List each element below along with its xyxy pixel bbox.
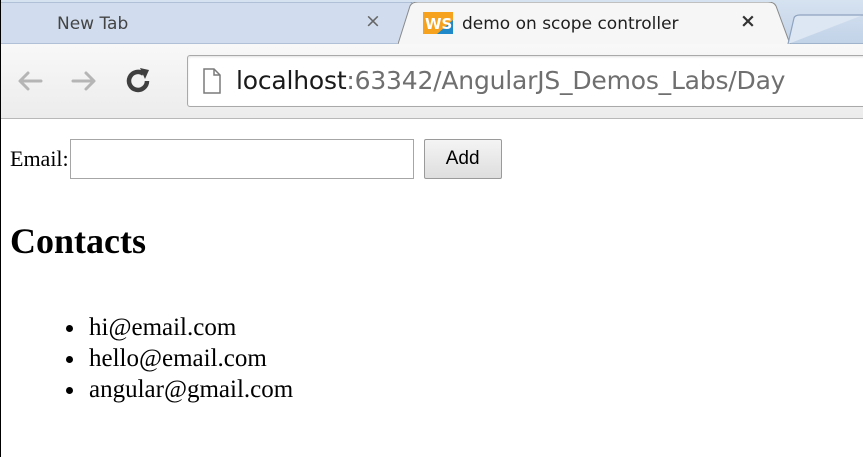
contact-email: hi@email.com [89,314,237,341]
contact-list: hi@email.com hello@email.com angular@gma… [66,312,293,405]
browser-toolbar: localhost:63342/AngularJS_Demos_Labs/Day [0,44,863,119]
list-item: hi@email.com [66,312,293,343]
url-path: :63342/AngularJS_Demos_Labs/Day [346,66,786,95]
forward-arrow-icon [71,71,96,91]
email-input[interactable] [69,139,414,179]
tab-strip: New Tab × WS demo on scope controller × [0,0,863,44]
reload-icon [126,68,150,93]
tab-label: New Tab [57,14,129,34]
svg-text:WS: WS [425,15,452,33]
contact-email: angular@gmail.com [89,376,294,403]
tab-new-tab[interactable]: New Tab × [0,2,420,44]
back-arrow-icon [18,71,43,91]
address-bar[interactable]: localhost:63342/AngularJS_Demos_Labs/Day [187,55,863,107]
url-text: localhost:63342/AngularJS_Demos_Labs/Day [236,66,785,95]
tab-demo-on-scope-controller[interactable]: WS demo on scope controller × [398,2,798,44]
page-content: Email: Add Contacts hi@email.com hello@e… [8,119,863,457]
add-button[interactable]: Add [423,139,502,179]
reload-button[interactable] [120,62,156,100]
contacts-heading: Contacts [10,221,146,261]
list-item: angular@gmail.com [66,374,293,405]
email-form: Email: Add [10,139,502,179]
page-icon [203,68,221,94]
close-icon[interactable]: × [740,12,756,31]
contact-email: hello@email.com [89,345,267,372]
new-tab-button[interactable] [786,14,863,44]
email-label: Email: [10,146,69,171]
bullet [66,387,73,394]
close-icon[interactable]: × [365,12,381,31]
bullet [66,325,73,332]
url-host: localhost [236,66,347,95]
back-button[interactable] [12,62,48,100]
tab-label: demo on scope controller [462,14,679,34]
bullet [66,356,73,363]
forward-button[interactable] [66,62,102,100]
list-item: hello@email.com [66,343,293,374]
webstorm-icon: WS [423,12,453,34]
